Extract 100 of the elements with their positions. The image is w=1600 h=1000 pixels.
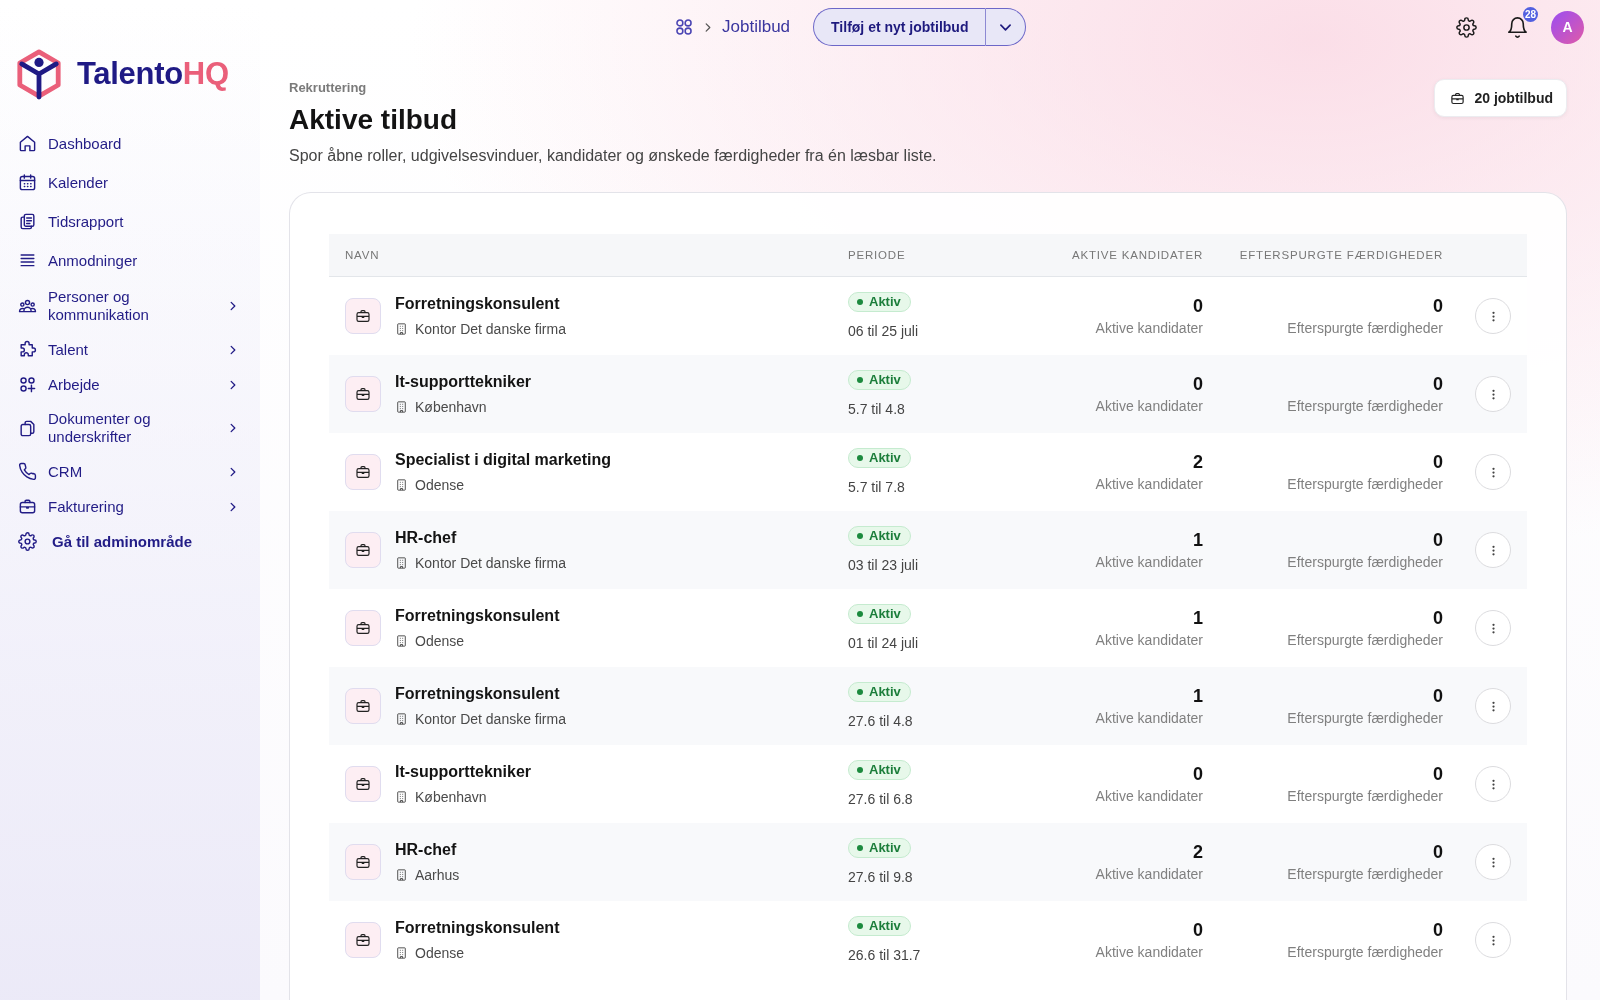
job-location: Odense: [415, 632, 465, 650]
grid-plus-icon: [18, 375, 37, 394]
building-icon: [395, 790, 408, 804]
briefcase-icon: [345, 376, 381, 412]
row-actions-button[interactable]: [1475, 844, 1511, 880]
row-actions-button[interactable]: [1475, 922, 1511, 958]
status-dot-icon: [857, 845, 863, 851]
status-dot-icon: [857, 377, 863, 383]
nav-item[interactable]: Dashboard: [0, 124, 260, 163]
skill-count: 0: [1433, 841, 1443, 863]
skill-count-label: Efterspurgte færdigheder: [1287, 553, 1443, 571]
settings-icon: [18, 532, 37, 551]
candidate-count-label: Aktive kandidater: [1095, 865, 1203, 883]
skill-count: 0: [1433, 763, 1443, 785]
skill-count: 0: [1433, 451, 1443, 473]
chevron-right-icon: [229, 343, 237, 356]
nav-group[interactable]: CRM: [0, 454, 260, 489]
more-icon: [1491, 856, 1495, 868]
status-text: Aktiv: [869, 840, 901, 856]
report-icon: [18, 212, 37, 231]
candidate-count: 2: [1193, 451, 1203, 473]
row-actions-button[interactable]: [1475, 688, 1511, 724]
calendar-icon: [18, 173, 37, 192]
row-actions-button[interactable]: [1475, 376, 1511, 412]
nav-group[interactable]: Dokumenter og underskrifter: [0, 402, 260, 454]
status-text: Aktiv: [869, 918, 901, 934]
row-actions-button[interactable]: [1475, 766, 1511, 802]
breadcrumb-link[interactable]: Jobtilbud: [722, 17, 791, 37]
job-count-button[interactable]: 20 jobtilbud: [1434, 79, 1567, 117]
candidate-count-label: Aktive kandidater: [1095, 631, 1203, 649]
more-icon: [1491, 778, 1495, 790]
job-location: Odense: [415, 476, 465, 494]
job-location: Kontor Det danske firma: [415, 554, 566, 572]
dropdown-button[interactable]: [986, 8, 1027, 46]
nav-group[interactable]: Talent: [0, 332, 260, 367]
candidate-count-label: Aktive kandidater: [1095, 397, 1203, 415]
building-icon: [395, 556, 408, 570]
status-text: Aktiv: [869, 450, 901, 466]
more-icon: [1491, 700, 1495, 712]
nav-group[interactable]: Personer og kommunikation: [0, 280, 260, 332]
nav-group[interactable]: Fakturering: [0, 489, 260, 524]
nav-group[interactable]: Arbejde: [0, 367, 260, 402]
building-icon: [395, 322, 408, 336]
chevron-right-icon: [229, 422, 237, 434]
candidate-count-label: Aktive kandidater: [1095, 787, 1203, 805]
row-actions-button[interactable]: [1475, 610, 1511, 646]
admin-link[interactable]: Gå til adminområde: [0, 524, 260, 560]
job-title: Forretningskonsulent: [395, 918, 560, 938]
building-icon: [395, 400, 408, 414]
row-actions-button[interactable]: [1475, 532, 1511, 568]
more-icon: [1491, 466, 1495, 478]
skill-count-label: Efterspurgte færdigheder: [1287, 475, 1443, 493]
skill-count: 0: [1433, 919, 1443, 941]
job-title: Forretningskonsulent: [395, 294, 561, 314]
nav-item[interactable]: Tidsrapport: [0, 202, 260, 241]
status-dot-icon: [857, 923, 863, 929]
page-subtitle: Spor åbne roller, udgivelsesvinduer, kandidater og ønskede færdigheder fra én læsbar liste.: [289, 146, 937, 166]
skill-count: 0: [1433, 529, 1443, 551]
status-dot-icon: [857, 767, 863, 773]
job-period: 5.7 til 4.8: [848, 400, 905, 418]
status-text: Aktiv: [869, 528, 901, 544]
row-actions-button[interactable]: [1475, 454, 1511, 490]
status-dot-icon: [857, 611, 863, 617]
candidate-count: 2: [1193, 841, 1203, 863]
more-icon: [1491, 544, 1495, 556]
settings-icon[interactable]: [1456, 16, 1477, 38]
add-job-offer-button[interactable]: Tilføj et nyt jobtilbud: [813, 8, 987, 46]
skill-count: 0: [1433, 373, 1443, 395]
chevron-right-icon: [229, 378, 237, 391]
status-dot-icon: [857, 533, 863, 539]
nav-item[interactable]: Anmodninger: [0, 241, 260, 280]
skill-count-label: Efterspurgte færdigheder: [1287, 397, 1443, 415]
job-period: 03 til 23 juli: [848, 556, 919, 574]
skill-count: 0: [1433, 685, 1443, 707]
section-label: Rekruttering: [289, 79, 368, 97]
nav-item[interactable]: Kalender: [0, 163, 260, 202]
row-actions-button[interactable]: [1475, 298, 1511, 334]
job-title: It-supporttekniker: [395, 762, 531, 782]
chevron-right-icon: [229, 300, 237, 312]
more-icon: [1491, 388, 1495, 400]
briefcase-icon: [345, 532, 381, 568]
skill-count-label: Efterspurgte færdigheder: [1287, 943, 1443, 961]
candidate-count-label: Aktive kandidater: [1095, 475, 1203, 493]
job-title: It-supporttekniker: [395, 372, 531, 392]
status-text: Aktiv: [869, 684, 901, 700]
job-period: 01 til 24 juli: [848, 634, 919, 652]
candidate-count-label: Aktive kandidater: [1095, 709, 1203, 727]
job-location: Aarhus: [415, 866, 460, 884]
more-icon: [1491, 622, 1495, 634]
logo-icon: [15, 48, 63, 100]
skill-count-label: Efterspurgte færdigheder: [1287, 319, 1443, 337]
briefcase-icon: [18, 497, 37, 516]
job-location: København: [415, 398, 487, 416]
grid-icon[interactable]: [675, 18, 693, 36]
job-location: Kontor Det danske firma: [415, 320, 566, 338]
chevron-down-icon: [1000, 23, 1012, 31]
building-icon: [395, 634, 408, 648]
user-avatar[interactable]: A: [1551, 10, 1584, 44]
skill-count-label: Efterspurgte færdigheder: [1287, 787, 1443, 805]
status-dot-icon: [857, 689, 863, 695]
